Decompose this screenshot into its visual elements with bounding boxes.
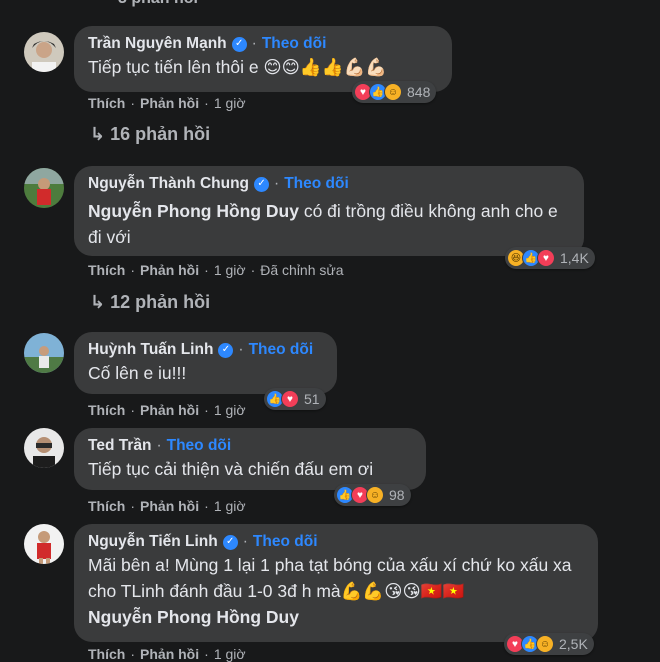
comment-actions: Thích · Phản hồi · 1 giờ bbox=[88, 402, 246, 418]
comment-actions: Thích · Phản hồi · 1 giờ bbox=[88, 498, 246, 514]
reply-link[interactable]: Phản hồi bbox=[140, 646, 199, 662]
like-link[interactable]: Thích bbox=[88, 95, 125, 111]
separator-dot: · bbox=[251, 35, 257, 52]
reaction-count: 2,5K bbox=[559, 636, 588, 652]
reaction-count: 51 bbox=[304, 391, 320, 407]
author-name[interactable]: Huỳnh Tuấn Linh bbox=[88, 340, 213, 360]
comment-text: Tiếp tục tiến lên thôi e 😊😊👍👍💪🏻💪🏻 bbox=[88, 57, 388, 77]
comment-actions: Thích · Phản hồi · 1 giờ bbox=[88, 95, 246, 111]
verified-badge-icon: ✓ bbox=[231, 36, 247, 52]
comment-text: Cố lên e iu!!! bbox=[88, 363, 187, 383]
like-link[interactable]: Thích bbox=[88, 402, 125, 418]
comment-text: Nguyễn Phong Hồng Duy có đi trồng điều k… bbox=[88, 201, 558, 247]
replies-count[interactable]: 16 phản hồi bbox=[110, 124, 210, 144]
reply-link[interactable]: Phản hồi bbox=[140, 95, 199, 111]
timestamp[interactable]: 1 giờ bbox=[214, 262, 246, 278]
author-name[interactable]: Trần Nguyên Mạnh bbox=[88, 34, 227, 54]
follow-link[interactable]: Theo dõi bbox=[249, 340, 314, 360]
care-icon: ☺ bbox=[384, 83, 402, 101]
reaction-summary[interactable]: 👍 ♥ ☺ 98 bbox=[334, 484, 411, 506]
follow-link[interactable]: Theo dõi bbox=[253, 532, 318, 552]
reaction-summary[interactable]: 👍 ♥ 51 bbox=[264, 388, 326, 410]
author-name[interactable]: Nguyễn Tiến Linh bbox=[88, 532, 218, 552]
avatar[interactable] bbox=[24, 168, 64, 208]
verified-badge-icon: ✓ bbox=[218, 342, 234, 358]
separator-dot: · bbox=[156, 437, 162, 454]
timestamp[interactable]: 1 giờ bbox=[214, 646, 246, 662]
reaction-count: 848 bbox=[407, 84, 431, 100]
care-icon: ☺ bbox=[366, 486, 384, 504]
like-link[interactable]: Thích bbox=[88, 262, 125, 278]
reaction-summary[interactable]: ♥ 👍 ☺ 2,5K bbox=[504, 633, 594, 655]
reply-link[interactable]: Phản hồi bbox=[140, 262, 199, 278]
reply-link[interactable]: Phản hồi bbox=[140, 498, 199, 514]
care-icon: ☺ bbox=[536, 635, 554, 653]
verified-badge-icon: ✓ bbox=[254, 176, 270, 192]
reaction-summary[interactable]: 😆 👍 ♥ 1,4K bbox=[505, 247, 595, 269]
love-icon: ♥ bbox=[281, 390, 299, 408]
mention-link[interactable]: Nguyễn Phong Hồng Duy bbox=[88, 604, 584, 630]
separator-dot: · bbox=[274, 175, 280, 192]
love-icon: ♥ bbox=[537, 249, 555, 267]
follow-link[interactable]: Theo dõi bbox=[284, 174, 349, 194]
avatar[interactable] bbox=[24, 524, 64, 564]
follow-link[interactable]: Theo dõi bbox=[262, 34, 327, 54]
author-name[interactable]: Ted Trần bbox=[88, 436, 151, 456]
comment-bubble: Nguyễn Thành Chung ✓ · Theo dõi Nguyễn P… bbox=[74, 166, 584, 256]
reply-arrow-icon: ↳ bbox=[90, 292, 106, 312]
view-replies[interactable]: ↳ 16 phản hồi bbox=[90, 124, 210, 145]
reaction-count: 1,4K bbox=[560, 250, 589, 266]
view-replies[interactable]: ↳ 12 phản hồi bbox=[90, 292, 210, 313]
separator-dot: · bbox=[242, 533, 248, 550]
timestamp[interactable]: 1 giờ bbox=[214, 402, 246, 418]
timestamp[interactable]: 1 giờ bbox=[214, 95, 246, 111]
reaction-count: 98 bbox=[389, 487, 405, 503]
like-link[interactable]: Thích bbox=[88, 646, 125, 662]
comment-bubble: Huỳnh Tuấn Linh ✓ · Theo dõi Cố lên e iu… bbox=[74, 332, 337, 394]
like-link[interactable]: Thích bbox=[88, 498, 125, 514]
comment-text: Tiếp tục cải thiện và chiến đấu em ơi bbox=[88, 459, 374, 479]
reaction-summary[interactable]: ♥ 👍 ☺ 848 bbox=[352, 81, 437, 103]
avatar[interactable] bbox=[24, 32, 64, 72]
separator-dot: · bbox=[238, 341, 244, 358]
follow-link[interactable]: Theo dõi bbox=[167, 436, 232, 456]
comment-text: Mãi bên a! Mùng 1 lại 1 pha tạt bóng của… bbox=[88, 555, 572, 601]
edited-label: Đã chỉnh sửa bbox=[260, 262, 344, 278]
mention-link[interactable]: Nguyễn Phong Hồng Duy bbox=[88, 201, 299, 221]
comment-bubble: Ted Trần · Theo dõi Tiếp tục cải thiện v… bbox=[74, 428, 426, 490]
avatar[interactable] bbox=[24, 333, 64, 373]
reply-link[interactable]: Phản hồi bbox=[140, 402, 199, 418]
comment-actions: Thích · Phản hồi · 1 giờ · Đã chỉnh sửa bbox=[88, 262, 344, 278]
reply-arrow-icon: ↳ bbox=[90, 124, 106, 144]
replies-count[interactable]: 12 phản hồi bbox=[110, 292, 210, 312]
verified-badge-icon: ✓ bbox=[222, 534, 238, 550]
avatar[interactable] bbox=[24, 428, 64, 468]
comment-actions: Thích · Phản hồi · 1 giờ bbox=[88, 646, 246, 662]
author-name[interactable]: Nguyễn Thành Chung bbox=[88, 174, 249, 194]
comment-bubble: Nguyễn Tiến Linh ✓ · Theo dõi Mãi bên a!… bbox=[74, 524, 598, 642]
timestamp[interactable]: 1 giờ bbox=[214, 498, 246, 514]
previous-replies-partial[interactable]: 3 phản hồi bbox=[118, 0, 198, 8]
